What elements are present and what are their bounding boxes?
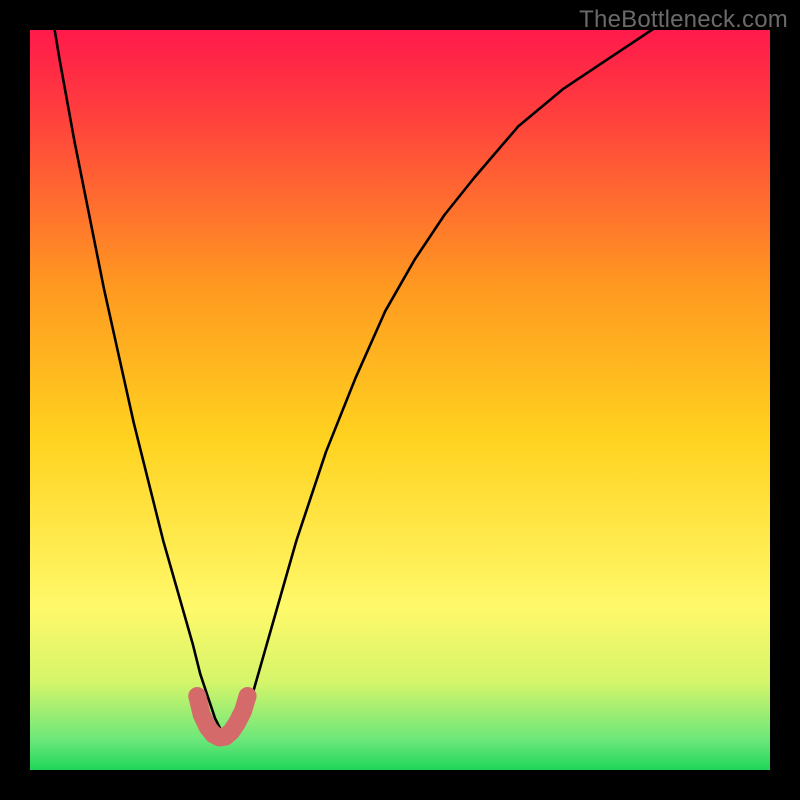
gradient-background — [30, 30, 770, 770]
chart-svg — [30, 30, 770, 770]
chart-frame: TheBottleneck.com — [0, 0, 800, 800]
chart-plot-area — [30, 30, 770, 770]
